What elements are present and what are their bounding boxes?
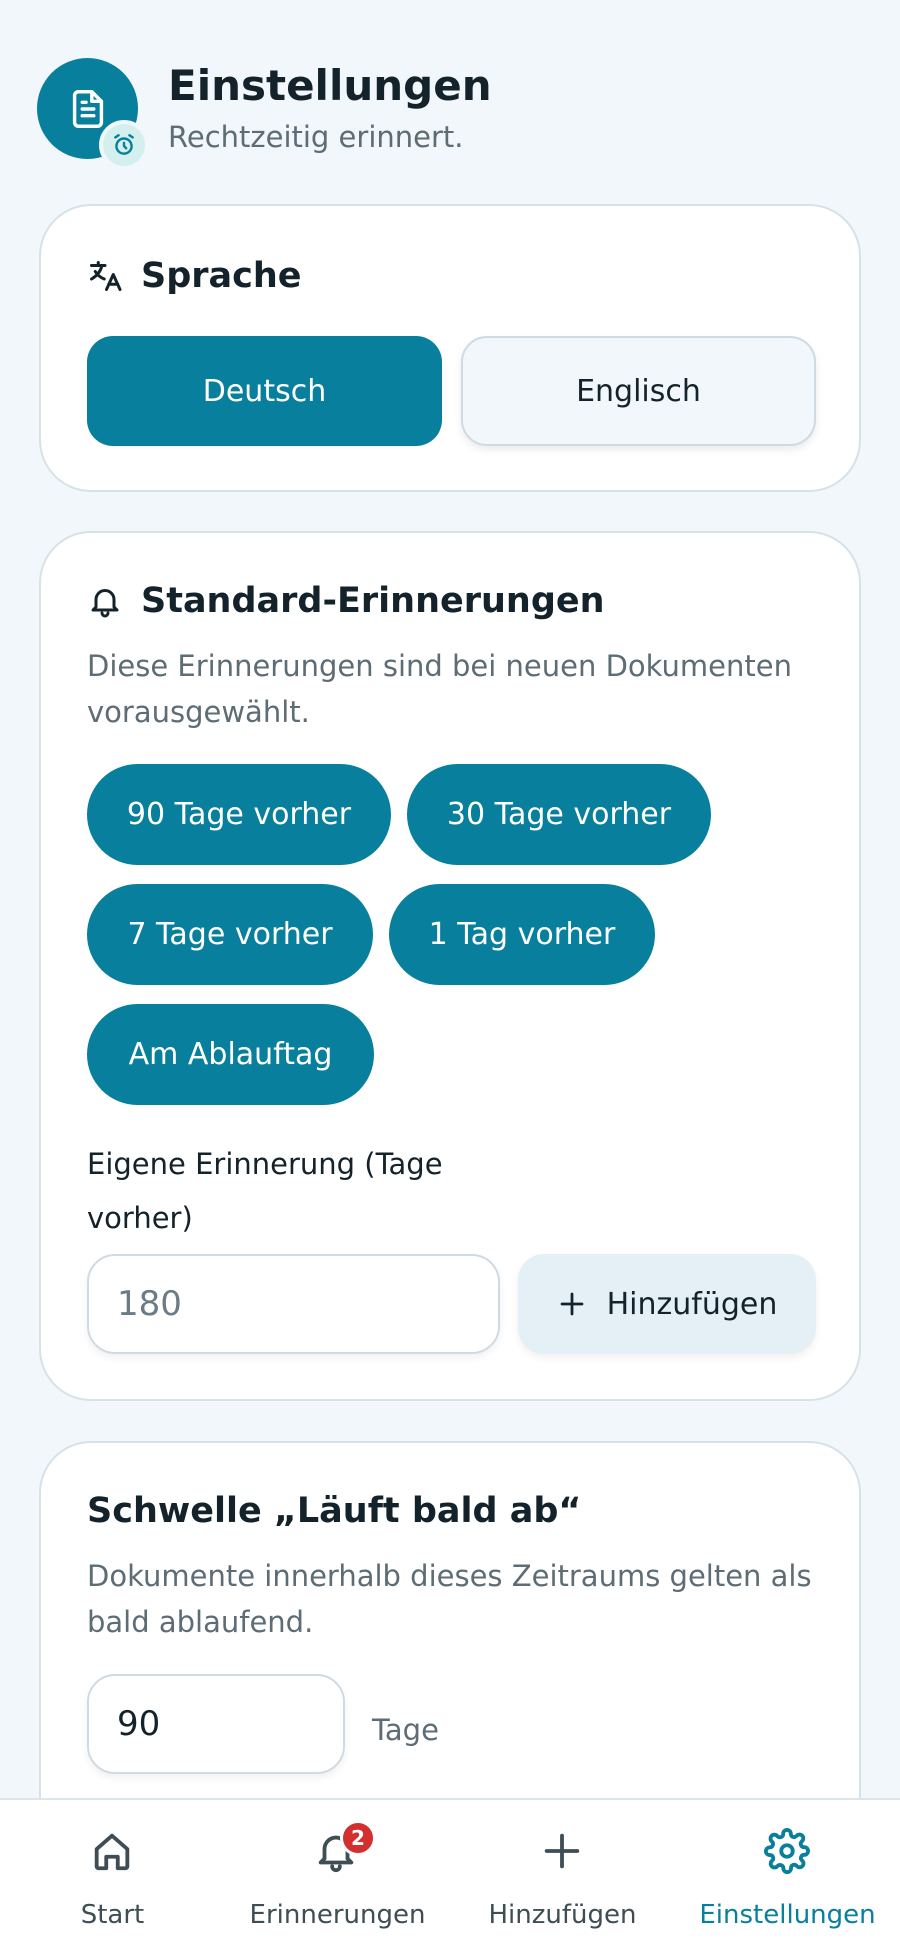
language-card-title: Sprache <box>141 256 302 296</box>
custom-reminder-input[interactable] <box>87 1254 500 1354</box>
reminders-description: Diese Erinnerungen sind bei neuen Dokume… <box>87 649 792 729</box>
document-icon <box>72 89 103 128</box>
alarm-clock-icon <box>114 134 134 155</box>
reminder-chip-90[interactable]: 90 Tage vorher <box>87 764 391 865</box>
threshold-card-header: Schwelle „Läuft bald ab“ <box>87 1491 581 1531</box>
home-icon <box>94 1833 130 1871</box>
reminders-card-title: Standard-Erinnerungen <box>141 581 605 621</box>
add-reminder-button[interactable]: Hinzufügen <box>518 1254 816 1354</box>
gear-icon <box>764 1828 810 1874</box>
bell-icon <box>91 589 119 618</box>
app-logo <box>37 58 149 170</box>
reminder-chip-expiry-day[interactable]: Am Ablauftag <box>87 1004 374 1105</box>
reminder-chip-1[interactable]: 1 Tag vorher <box>389 884 655 985</box>
nav-item-add[interactable]: Hinzufügen <box>450 1800 675 1947</box>
nav-item-settings[interactable]: Einstellungen <box>675 1800 900 1947</box>
translate-icon <box>90 261 122 291</box>
custom-reminder-label: Eigene Erinnerung (Tage vorher) <box>87 1147 443 1235</box>
add-reminder-label: Hinzufügen <box>606 1286 778 1322</box>
settings-screen: Einstellungen Rechtzeitig erinnert. Spra… <box>0 0 900 1947</box>
reminders-card: Standard-Erinnerungen Diese Erinnerungen… <box>39 531 861 1401</box>
nav-label-add: Hinzufügen <box>488 1900 637 1930</box>
language-card-header: Sprache <box>87 256 302 296</box>
threshold-unit-label: Tage <box>372 1713 439 1747</box>
notification-badge: 2 <box>340 1820 376 1856</box>
threshold-card-title: Schwelle „Läuft bald ab“ <box>87 1491 582 1531</box>
language-option-deutsch[interactable]: Deutsch <box>87 336 442 446</box>
page-header: Einstellungen Rechtzeitig erinnert. <box>37 58 492 170</box>
nav-label-reminders: Erinnerungen <box>249 1900 426 1930</box>
nav-item-reminders[interactable]: 2 Erinnerungen <box>225 1800 450 1947</box>
reminder-chip-7[interactable]: 7 Tage vorher <box>87 884 373 985</box>
alarm-badge <box>99 120 149 170</box>
nav-label-settings: Einstellungen <box>699 1900 876 1930</box>
plus-icon <box>560 1292 583 1316</box>
page-title: Einstellungen <box>168 61 492 111</box>
header-text: Einstellungen Rechtzeitig erinnert. <box>168 61 492 154</box>
reminder-chip-30[interactable]: 30 Tage vorher <box>407 764 711 865</box>
plus-icon <box>544 1833 580 1869</box>
language-option-englisch[interactable]: Englisch <box>461 336 816 446</box>
nav-label-start: Start <box>80 1900 145 1930</box>
language-card: Sprache Deutsch Englisch <box>39 204 861 492</box>
nav-item-start[interactable]: Start <box>0 1800 225 1947</box>
bottom-nav: Start 2 Erinnerungen Hinzufügen Einstell… <box>0 1798 900 1947</box>
page-subtitle: Rechtzeitig erinnert. <box>168 119 464 154</box>
threshold-days-input[interactable] <box>87 1674 345 1774</box>
reminders-card-header: Standard-Erinnerungen <box>87 581 605 621</box>
threshold-description: Dokumente innerhalb dieses Zeitraums gel… <box>87 1559 812 1639</box>
